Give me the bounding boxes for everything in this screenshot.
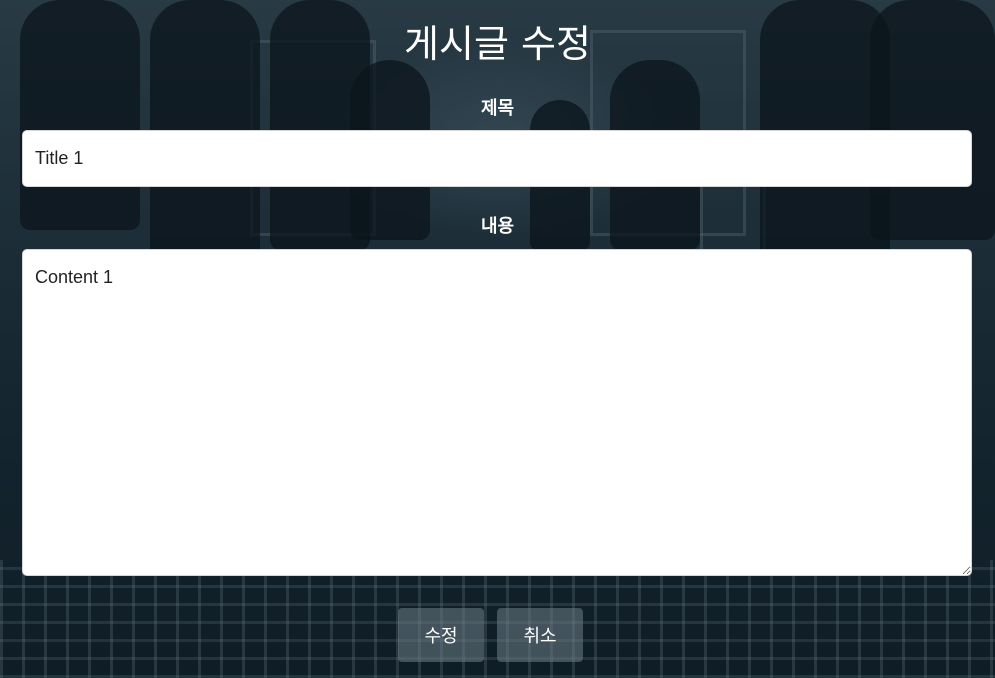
edit-post-form: 게시글 수정 제목 내용 Content 1 수정 취소 <box>0 0 995 678</box>
title-label: 제목 <box>480 98 515 119</box>
content-textarea[interactable]: Content 1 <box>22 249 972 576</box>
title-input[interactable] <box>22 130 972 187</box>
cancel-button[interactable]: 취소 <box>497 608 583 662</box>
page-title: 게시글 수정 <box>404 22 591 66</box>
submit-button[interactable]: 수정 <box>398 608 484 662</box>
content-label: 내용 <box>480 216 515 237</box>
